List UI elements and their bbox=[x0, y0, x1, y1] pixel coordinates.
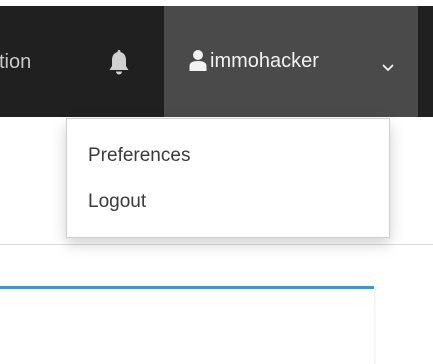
chevron-down-icon bbox=[382, 59, 394, 72]
user-menu-toggle[interactable]: immohacker bbox=[164, 6, 418, 117]
username-label: immohacker bbox=[210, 50, 319, 72]
user-dropdown-menu: Preferences Logout bbox=[66, 118, 390, 238]
preferences-menu-item[interactable]: Preferences bbox=[88, 144, 190, 168]
user-icon bbox=[189, 49, 207, 71]
nav-link-navigation[interactable]: tion bbox=[0, 50, 31, 74]
content-divider bbox=[0, 244, 433, 245]
logout-menu-item[interactable]: Logout bbox=[88, 190, 146, 214]
top-navbar: tion immohacker bbox=[0, 6, 433, 117]
content-panel bbox=[0, 286, 374, 364]
bell-icon[interactable] bbox=[103, 47, 135, 79]
